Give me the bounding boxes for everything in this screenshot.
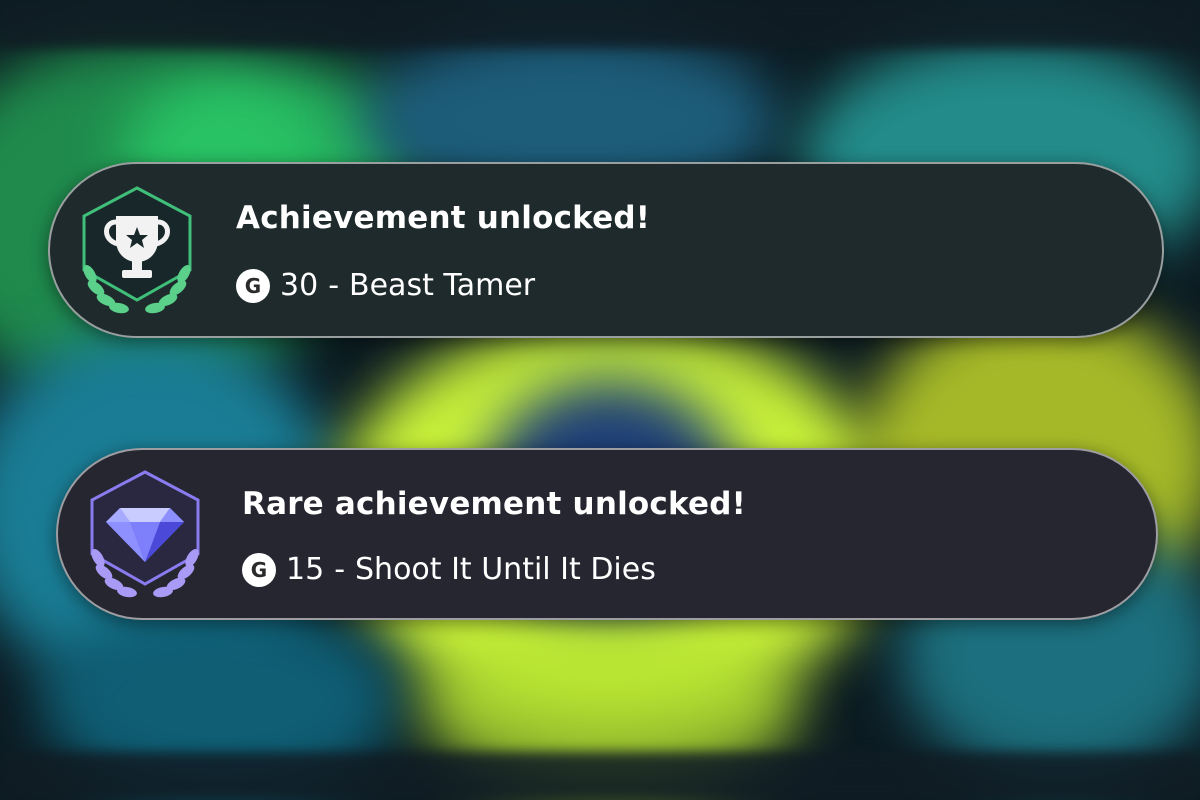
separator: - xyxy=(328,268,340,303)
achievement-name: Beast Tamer xyxy=(349,268,536,303)
top-letterbox xyxy=(0,0,1200,48)
notification-title: Rare achievement unlocked! xyxy=(242,486,746,522)
rare-achievement-notification[interactable]: Rare achievement unlocked! G 15 - Shoot … xyxy=(56,448,1158,620)
gamerscore-value: 15 xyxy=(286,552,325,587)
trophy-icon xyxy=(82,186,192,314)
achievement-name: Shoot It Until It Dies xyxy=(355,552,656,587)
separator: - xyxy=(334,552,346,587)
gamerscore-icon: G xyxy=(236,268,270,303)
diamond-icon xyxy=(90,470,200,598)
gamerscore-icon: G xyxy=(242,552,276,587)
notification-title: Achievement unlocked! xyxy=(236,200,651,236)
gamerscore-value: 30 xyxy=(280,268,319,303)
achievement-detail: G 30 - Beast Tamer xyxy=(236,268,535,303)
bottom-letterbox xyxy=(0,752,1200,800)
achievement-badge xyxy=(80,466,210,606)
achievement-badge xyxy=(72,182,202,322)
game-background xyxy=(0,0,1200,800)
achievement-notification[interactable]: Achievement unlocked! G 30 - Beast Tamer xyxy=(48,162,1164,338)
achievement-detail: G 15 - Shoot It Until It Dies xyxy=(242,552,656,587)
